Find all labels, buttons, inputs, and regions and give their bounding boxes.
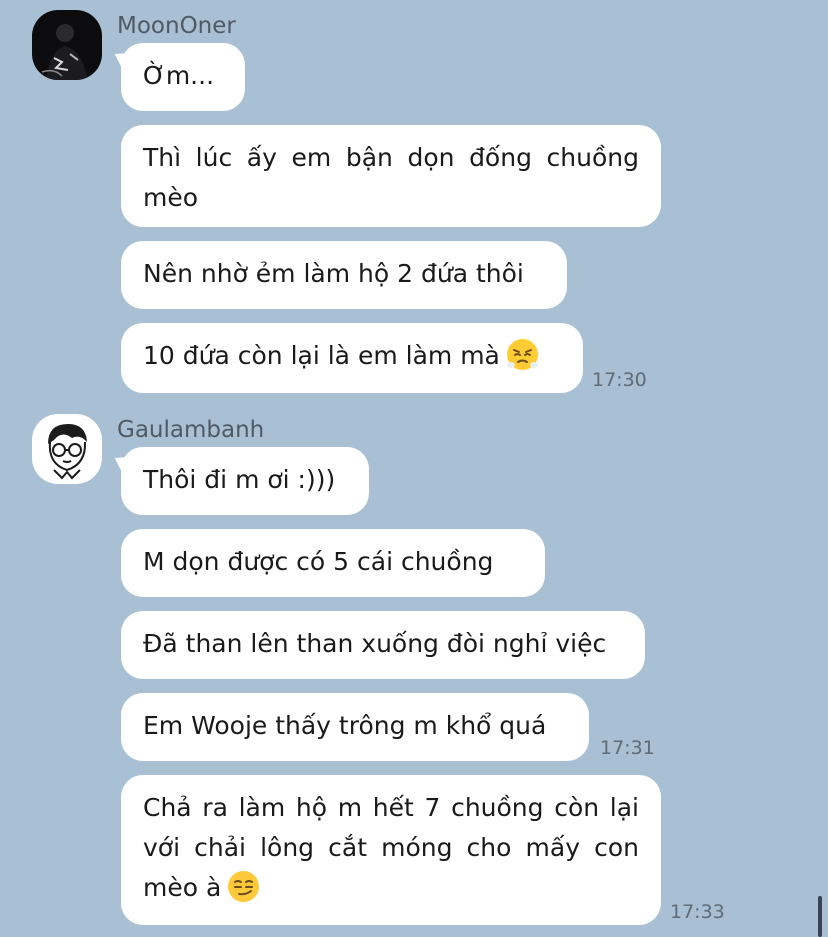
message-text: 10 đứa còn lại là em làm mà: [143, 341, 500, 370]
message-bubble[interactable]: 10 đứa còn lại là em làm mà: [121, 323, 583, 393]
fuming-face-emoji: [506, 339, 538, 370]
sender-avatar[interactable]: [32, 414, 102, 484]
message-bubble[interactable]: Chả ra làm hộ m hết 7 chuồng còn lại với…: [121, 775, 661, 925]
message-bubble[interactable]: M dọn được có 5 cái chuồng: [121, 529, 545, 597]
message-bubble[interactable]: Nên nhờ ẻm làm hộ 2 đứa thôi: [121, 241, 567, 309]
message-text: Đã than lên than xuống đòi nghỉ việc: [143, 629, 607, 658]
message-text: Em Wooje thấy trông m khổ quá: [143, 711, 547, 740]
message-bubble[interactable]: Thôi đi m ơi :))): [121, 447, 369, 515]
cartoon-glasses-avatar-icon: [32, 414, 102, 484]
message-bubble[interactable]: Thì lúc ấy em bận dọn đống chuồng mèo: [121, 125, 661, 227]
message-text: Chả ra làm hộ m hết 7 chuồng còn lại với…: [143, 793, 639, 902]
message-bubble[interactable]: Đã than lên than xuống đòi nghỉ việc: [121, 611, 645, 679]
message-time: 17:33: [670, 901, 725, 923]
message-bubble[interactable]: Em Wooje thấy trông m khổ quá: [121, 693, 589, 761]
message-text: Thì lúc ấy em bận dọn đống chuồng mèo: [143, 143, 639, 212]
sender-avatar[interactable]: [32, 10, 102, 80]
sender-name: Gaulambanh: [117, 417, 265, 443]
scrollbar[interactable]: [818, 896, 822, 937]
message-bubble[interactable]: Ờm...: [121, 43, 245, 111]
message-text: Nên nhờ ẻm làm hộ 2 đứa thôi: [143, 259, 524, 288]
message-text: M dọn được có 5 cái chuồng: [143, 547, 494, 576]
message-time: 17:31: [600, 737, 655, 759]
message-time: 17:30: [592, 369, 647, 391]
sender-name: MoonOner: [117, 13, 236, 39]
smirking-face-emoji: [228, 871, 260, 902]
message-text: Thôi đi m ơi :))): [143, 465, 336, 494]
person-dark-avatar-icon: [32, 10, 102, 80]
message-text: Ờm...: [143, 61, 215, 90]
